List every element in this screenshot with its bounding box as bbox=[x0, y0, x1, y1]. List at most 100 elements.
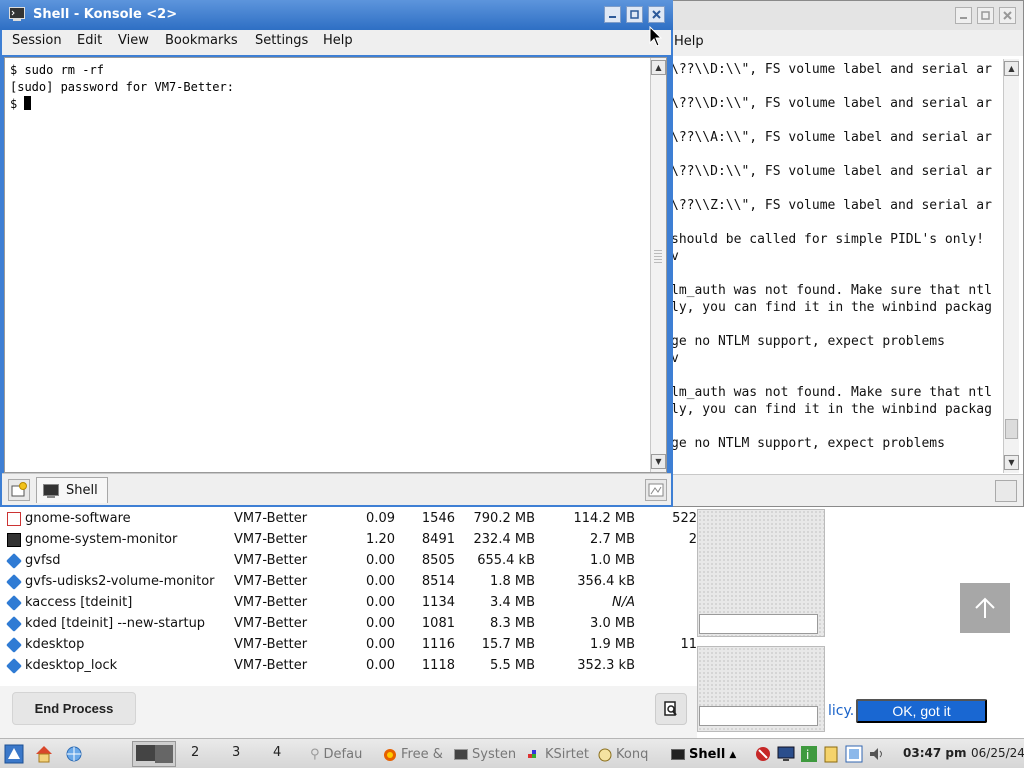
task-shell[interactable]: Shell ▲ bbox=[671, 743, 739, 766]
background-titlebar[interactable] bbox=[661, 1, 1023, 30]
ksirtet-icon bbox=[528, 749, 536, 758]
start-menu-button[interactable] bbox=[3, 743, 25, 765]
task-firefox[interactable]: Free & bbox=[383, 743, 445, 766]
maximize-button[interactable] bbox=[626, 6, 643, 23]
task-default[interactable]: ⚲ Defau bbox=[310, 743, 374, 766]
process-row[interactable]: gnome-system-monitor VM7-Better 1.20 8491 23… bbox=[0, 529, 697, 550]
menu-view[interactable]: View bbox=[118, 33, 149, 48]
close-button[interactable] bbox=[648, 6, 665, 23]
task-ksirtet[interactable]: KSirtet bbox=[527, 743, 591, 766]
tray-volume-icon[interactable] bbox=[868, 744, 886, 764]
scroll-down-icon[interactable]: ▼ bbox=[651, 454, 666, 469]
tab-label: Shell bbox=[66, 483, 98, 498]
terminal-icon bbox=[454, 748, 468, 760]
background-konsole-window[interactable]: Help \??\\D:\\", FS volume label and ser… bbox=[660, 0, 1024, 507]
process-row[interactable]: gvfsd VM7-Better 0.00 8505 655.4 kB 1.0 MB bbox=[0, 550, 697, 571]
process-user: VM7-Better bbox=[234, 511, 308, 526]
tray-updates-icon[interactable] bbox=[754, 744, 772, 764]
policy-link[interactable]: licy. bbox=[828, 703, 854, 719]
desktop-3[interactable]: 3 bbox=[232, 745, 240, 760]
new-tab-button[interactable] bbox=[8, 479, 30, 501]
background-terminal-output[interactable]: \??\\D:\\", FS volume label and serial a… bbox=[671, 61, 1001, 473]
process-id: 1116 bbox=[421, 637, 455, 652]
menu-settings[interactable]: Settings bbox=[255, 33, 308, 48]
process-row[interactable]: kdesktop_lock VM7-Better 0.00 1118 5.5 MB 352… bbox=[0, 655, 697, 676]
minimize-button[interactable] bbox=[955, 7, 972, 24]
scroll-thumb[interactable] bbox=[1005, 419, 1018, 439]
clock-date[interactable]: 06/25/24 bbox=[971, 746, 1024, 760]
desktop-1-pager[interactable] bbox=[132, 741, 176, 767]
process-row[interactable]: kdesktop VM7-Better 0.00 1116 15.7 MB 1.9 MB 1… bbox=[0, 634, 697, 655]
process-row[interactable]: kaccess [tdeinit] VM7-Better 0.00 1134 3.4 M… bbox=[0, 592, 697, 613]
firefox-icon bbox=[384, 748, 396, 761]
desktop-4[interactable]: 4 bbox=[273, 745, 281, 760]
tray-info-icon[interactable]: i bbox=[800, 744, 818, 764]
menu-edit[interactable]: Edit bbox=[77, 33, 102, 48]
process-cpu: 0.00 bbox=[366, 637, 395, 652]
process-cpu: 0.00 bbox=[366, 658, 395, 673]
task-konqueror[interactable]: Konq bbox=[598, 743, 662, 766]
tab-shell[interactable]: Shell bbox=[36, 477, 108, 503]
scroll-grip-icon[interactable] bbox=[654, 250, 662, 264]
menu-help[interactable]: Help bbox=[323, 33, 353, 48]
menu-bookmarks[interactable]: Bookmarks bbox=[165, 33, 238, 48]
process-id: 8491 bbox=[421, 532, 455, 547]
tray-display-icon[interactable] bbox=[777, 744, 795, 764]
process-memory: 5.5 MB bbox=[490, 658, 535, 673]
window-title: Shell - Konsole <2> bbox=[33, 7, 178, 22]
ok-got-it-button[interactable]: OK, got it bbox=[856, 699, 987, 723]
maximize-button[interactable] bbox=[977, 7, 994, 24]
process-row[interactable]: gvfs-udisks2-volume-monitor VM7-Better 0.0… bbox=[0, 571, 697, 592]
network-icon bbox=[66, 746, 82, 762]
konsole-window[interactable]: Shell - Konsole <2> Session Edit View Bo… bbox=[0, 0, 673, 507]
terminal-output-line: \??\\D:\\", FS volume label and serial a… bbox=[671, 62, 992, 77]
web-input-top[interactable] bbox=[699, 614, 818, 634]
process-user: VM7-Better bbox=[234, 574, 308, 589]
software-icon bbox=[7, 512, 21, 526]
process-icon bbox=[6, 574, 22, 590]
tray-klipper-icon[interactable] bbox=[822, 744, 840, 764]
terminal-output-line: ly, you can find it in the winbind packa… bbox=[671, 300, 992, 315]
terminal-line-1: $ sudo rm -rf bbox=[10, 63, 104, 77]
scroll-to-top-button[interactable] bbox=[960, 583, 1010, 633]
close-tab-button[interactable] bbox=[645, 479, 667, 501]
maximize-icon bbox=[981, 11, 990, 20]
clock-time[interactable]: 03:47 pm bbox=[903, 746, 966, 760]
minimize-button[interactable] bbox=[604, 6, 621, 23]
close-tab-icon[interactable] bbox=[995, 480, 1017, 502]
terminal-cursor bbox=[24, 96, 32, 110]
web-input-bottom[interactable] bbox=[699, 706, 818, 726]
terminal-output-line: lm_auth was not found. Make sure that nt… bbox=[671, 283, 992, 298]
process-user: VM7-Better bbox=[234, 616, 308, 631]
desktop-2[interactable]: 2 bbox=[191, 745, 199, 760]
pin-icon: ⚲ bbox=[310, 747, 320, 762]
close-button[interactable] bbox=[999, 7, 1016, 24]
tray-monitor-icon[interactable] bbox=[845, 744, 863, 764]
menu-session[interactable]: Session bbox=[12, 33, 62, 48]
terminal-output-line: ge no NTLM support, expect problems bbox=[671, 334, 945, 349]
network-button[interactable] bbox=[63, 743, 85, 765]
menu-help[interactable]: Help bbox=[674, 34, 704, 49]
konsole-titlebar[interactable]: Shell - Konsole <2> bbox=[0, 0, 673, 30]
new-tab-icon bbox=[11, 482, 27, 497]
home-button[interactable] bbox=[33, 743, 55, 765]
terminal-output[interactable]: $ sudo rm -rf [sudo] password for VM7-Be… bbox=[4, 57, 667, 473]
terminal-output-line: v bbox=[671, 351, 679, 366]
process-memory: 232.4 MB bbox=[473, 532, 535, 547]
process-row[interactable]: kded [tdeinit] --new-startup VM7-Better 0.… bbox=[0, 613, 697, 634]
scroll-up-icon[interactable]: ▲ bbox=[1004, 61, 1019, 76]
background-scrollbar[interactable]: ▲ ▼ bbox=[1003, 59, 1019, 473]
process-row[interactable]: gnome-software VM7-Better 0.09 1546 790.2 MB… bbox=[0, 508, 697, 529]
task-system-monitor[interactable]: Systen bbox=[454, 743, 520, 766]
search-process-button[interactable] bbox=[655, 693, 687, 725]
scroll-down-icon[interactable]: ▼ bbox=[1004, 455, 1019, 470]
terminal-scrollbar[interactable]: ▲ ▼ bbox=[650, 58, 666, 472]
process-name: kdesktop_lock bbox=[25, 658, 118, 673]
task-label: KSirtet bbox=[545, 747, 589, 762]
process-id: 1134 bbox=[421, 595, 455, 610]
end-process-button[interactable]: End Process bbox=[12, 692, 136, 725]
scroll-up-icon[interactable]: ▲ bbox=[651, 60, 666, 75]
